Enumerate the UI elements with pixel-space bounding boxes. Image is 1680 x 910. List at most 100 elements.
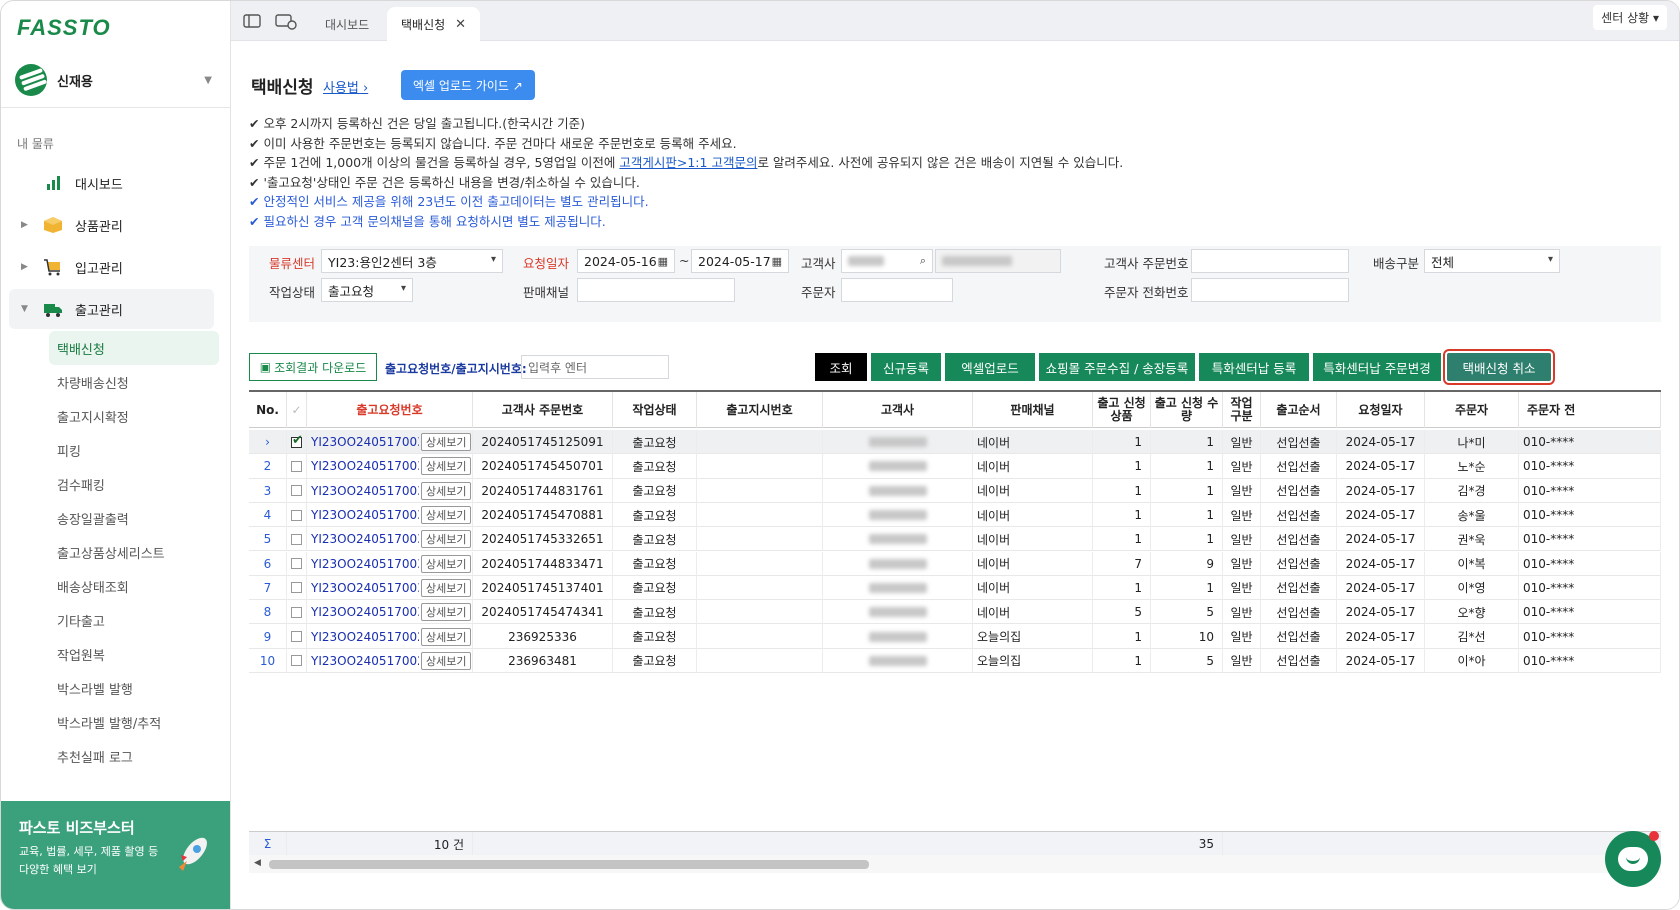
detail-view-button[interactable]: 상세보기 (421, 603, 472, 622)
search-icon[interactable]: ⌕ (920, 254, 926, 268)
col-header-channel[interactable]: 판매채널 (973, 392, 1093, 428)
channel-input[interactable] (577, 278, 735, 302)
col-header-orderer[interactable]: 주문자 (1425, 392, 1519, 428)
close-icon[interactable]: ✕ (455, 17, 466, 32)
row-checkbox[interactable] (291, 433, 303, 448)
row-checkbox[interactable] (291, 606, 302, 618)
col-header-work-type[interactable]: 작업 구분 (1223, 392, 1261, 428)
cell-request-no[interactable]: YI23OO240517003046상세보기 (307, 600, 473, 625)
usage-link[interactable]: 사용법 › (323, 77, 368, 96)
user-selector[interactable]: 신재용 ▼ (15, 61, 220, 99)
row-checkbox[interactable] (291, 631, 302, 643)
submenu-item[interactable]: 차량배송신청 (49, 365, 219, 399)
row-checkbox[interactable] (291, 509, 302, 521)
cell-request-no[interactable]: YI23OO240517003055상세보기 (307, 430, 473, 455)
tab-dashboard[interactable]: 대시보드 (311, 7, 383, 41)
calendar-icon[interactable]: ▦ (772, 255, 782, 268)
row-checkbox[interactable] (291, 558, 302, 570)
table-row[interactable]: 4 YI23OO240517003050상세보기 2024051745470881 출… (249, 502, 1661, 528)
submenu-item[interactable]: 배송상태조회 (49, 569, 219, 603)
submenu-item[interactable]: 작업원복 (49, 637, 219, 671)
detail-view-button[interactable]: 상세보기 (421, 651, 472, 670)
table-row[interactable]: 10 YI23OO240517002539상세보기 236963481 출고요청 오늘의… (249, 648, 1661, 673)
sidebar-item-products[interactable]: ▶ 상품관리 (9, 205, 214, 245)
col-header-check[interactable]: ✓ (287, 392, 307, 428)
orderer-input[interactable] (841, 278, 953, 302)
row-checkbox[interactable] (291, 485, 302, 497)
date-to-input[interactable]: 2024-05-17 ▦ (691, 249, 789, 273)
detail-view-button[interactable]: 상세보기 (421, 481, 472, 500)
sidebar-toggle-icon[interactable] (243, 14, 261, 28)
detail-view-button[interactable]: 상세보기 (421, 433, 472, 452)
scroll-left-icon[interactable]: ◀ (254, 858, 261, 868)
excel-upload-guide-button[interactable]: 엑셀 업로드 가이드 ↗ (401, 70, 535, 100)
order-search-input[interactable]: 입력후 엔터 (521, 355, 669, 379)
submenu-item[interactable]: 송장일괄출력 (49, 501, 219, 535)
customer-order-input[interactable] (1191, 249, 1349, 273)
submenu-item[interactable]: 기타출고 (49, 603, 219, 637)
col-header-instruction-no[interactable]: 출고지시번호 (697, 392, 823, 428)
tab-parcel-request[interactable]: 택배신청 ✕ (387, 7, 481, 41)
horizontal-scrollbar[interactable]: ◀ (249, 855, 1661, 873)
col-header-sequence[interactable]: 출고순서 (1261, 392, 1337, 428)
submenu-item[interactable]: 출고지시확정 (49, 399, 219, 433)
sidebar-item-dashboard[interactable]: 대시보드 (9, 163, 214, 203)
fassto-logo[interactable]: FASSTO (17, 15, 111, 41)
detail-view-button[interactable]: 상세보기 (421, 506, 472, 525)
date-from-input[interactable]: 2024-05-16 ▦ (577, 249, 675, 273)
cell-request-no[interactable]: YI23OO240517003053상세보기 (307, 454, 473, 479)
col-header-orderer-phone[interactable]: 주문자 전 (1519, 392, 1661, 428)
submenu-item[interactable]: 박스라벨 발행/추적 (49, 705, 219, 739)
cell-request-no[interactable]: YI23OO240517003048상세보기 (307, 551, 473, 576)
cell-request-no[interactable]: YI23OO240517003052상세보기 (307, 478, 473, 503)
customer-inquiry-link[interactable]: 고객게시판>1:1 고객문의 (619, 155, 757, 170)
sidebar-item-outbound[interactable]: ▼ 출고관리 (9, 289, 214, 329)
special-center-change-button[interactable]: 특화센터납 주문변경 (1313, 353, 1441, 381)
detail-view-button[interactable]: 상세보기 (421, 578, 472, 597)
excel-upload-button[interactable]: 엑셀업로드 (945, 353, 1035, 381)
detail-view-button[interactable]: 상세보기 (421, 530, 472, 549)
cell-request-no[interactable]: YI23OO240517002558상세보기 (307, 624, 473, 649)
detail-view-button[interactable]: 상세보기 (421, 457, 472, 476)
scrollbar-thumb[interactable] (269, 860, 869, 869)
table-row[interactable]: 2 YI23OO240517003053상세보기 2024051745450701 출… (249, 454, 1661, 479)
submenu-item[interactable]: 택배신청 (49, 331, 219, 365)
table-row[interactable]: 7 YI23OO240517003047상세보기 2024051745137401 출… (249, 575, 1661, 601)
cell-request-no[interactable]: YI23OO240517003049상세보기 (307, 527, 473, 552)
delivery-type-select[interactable]: 전체 (1424, 249, 1560, 273)
table-row[interactable]: 5 YI23OO240517003049상세보기 2024051745332651 출… (249, 527, 1661, 552)
calendar-icon[interactable]: ▦ (658, 255, 668, 268)
col-header-date[interactable]: 요청일자 (1337, 392, 1425, 428)
promo-banner[interactable]: 파스토 비즈부스터 교육, 법률, 세무, 제품 촬영 등 다양한 혜택 보기 (1, 801, 230, 909)
submenu-item[interactable]: 출고상품상세리스트 (49, 535, 219, 569)
center-status-dropdown[interactable]: 센터 상황 ▾ (1593, 5, 1667, 30)
cell-request-no[interactable]: YI23OO240517002539상세보기 (307, 648, 473, 673)
table-row[interactable]: 8 YI23OO240517003046상세보기 2024051745474341 출… (249, 600, 1661, 625)
row-checkbox[interactable] (291, 533, 302, 545)
col-header-quantity[interactable]: 출고 신청 수량 (1151, 392, 1223, 428)
cell-request-no[interactable]: YI23OO240517003050상세보기 (307, 502, 473, 528)
col-header-item-count[interactable]: 출고 신청 상품 (1093, 392, 1151, 428)
detail-view-button[interactable]: 상세보기 (421, 554, 472, 573)
download-results-button[interactable]: ▣ 조회결과 다운로드 (249, 353, 377, 381)
chevron-down-icon[interactable]: ▼ (204, 75, 212, 86)
detail-view-button[interactable]: 상세보기 (421, 627, 472, 646)
sidebar-item-inbound[interactable]: ▶ 입고관리 (9, 247, 214, 287)
row-checkbox[interactable] (291, 582, 302, 594)
table-row[interactable]: 3 YI23OO240517003052상세보기 2024051744831761 출… (249, 478, 1661, 503)
table-row[interactable]: 6 YI23OO240517003048상세보기 2024051744833471 출… (249, 551, 1661, 576)
customer-code-input[interactable]: ⌕ (841, 249, 933, 273)
col-header-request-no[interactable]: 출고요청번호 (307, 392, 473, 428)
cell-request-no[interactable]: YI23OO240517003047상세보기 (307, 575, 473, 601)
row-checkbox[interactable] (291, 655, 302, 667)
col-header-no[interactable]: No. (249, 392, 287, 428)
submenu-item[interactable]: 검수패킹 (49, 467, 219, 501)
submenu-item[interactable]: 박스라벨 발행 (49, 671, 219, 705)
orderer-phone-input[interactable] (1191, 278, 1349, 302)
search-button[interactable]: 조회 (815, 353, 867, 381)
status-select[interactable]: 출고요청 (321, 278, 413, 302)
submenu-item[interactable]: 추천실패 로그 (49, 739, 219, 773)
cancel-parcel-request-button[interactable]: 택배신청 취소 (1443, 349, 1555, 385)
row-checkbox[interactable] (291, 460, 302, 472)
new-register-button[interactable]: 신규등록 (871, 353, 941, 381)
